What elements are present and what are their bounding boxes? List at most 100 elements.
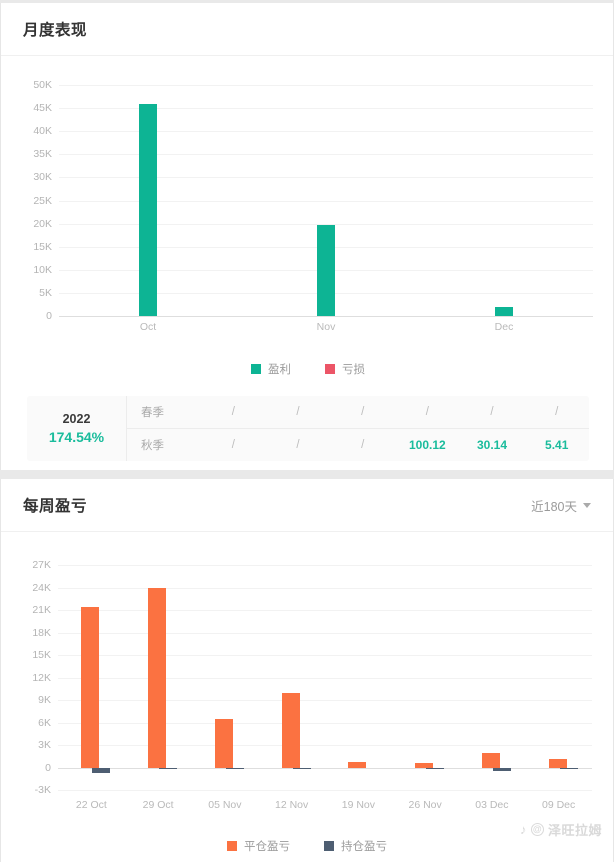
gridline: 9K bbox=[38, 694, 592, 706]
table-percent-value: 174.54% bbox=[48, 429, 105, 445]
date-range-label: 近180天 bbox=[531, 499, 577, 514]
y-axis-tick-label: 0 bbox=[45, 761, 51, 774]
bar-盈利-Dec bbox=[495, 306, 513, 316]
table-cell: 100.12 bbox=[409, 438, 446, 452]
y-axis-tick-label: 18K bbox=[32, 626, 51, 639]
bar-持仓盈亏-22 Oct bbox=[92, 767, 111, 773]
gridline: 12K bbox=[32, 672, 592, 684]
legend-label: 盈利 bbox=[268, 364, 291, 376]
table-row: 春季 / / / / / / bbox=[127, 396, 589, 428]
legend-item[interactable]: 持仓盈亏 bbox=[324, 838, 387, 854]
y-axis-tick-label: 27K bbox=[32, 559, 51, 571]
bar-平仓盈亏-12 Nov bbox=[281, 692, 300, 768]
x-axis-tick-label: Dec bbox=[494, 321, 514, 333]
table-cell: / bbox=[296, 439, 300, 451]
table-cell: / bbox=[555, 406, 559, 418]
y-axis-tick-label: 3K bbox=[38, 739, 51, 751]
bar-持仓盈亏-26 Nov bbox=[426, 767, 445, 769]
gridline: 50K bbox=[33, 79, 593, 91]
gridline: 6K bbox=[38, 717, 592, 729]
y-axis-tick-label: 50K bbox=[33, 79, 52, 91]
x-axis-tick-label: 03 Dec bbox=[475, 799, 509, 811]
monthly-performance-chart: 0 5K 10K 15K 20K 25K 30K 35K 40K 45K 50K bbox=[33, 79, 593, 322]
y-axis-tick-label: 12K bbox=[32, 671, 51, 684]
page-title: 月度表现 bbox=[23, 22, 88, 39]
gridline: 18K bbox=[32, 627, 592, 639]
x-axis-tick-label: 29 Oct bbox=[142, 799, 174, 811]
y-axis-tick-label: 20K bbox=[33, 217, 52, 230]
bar-平仓盈亏-29 Oct bbox=[148, 587, 167, 768]
y-axis-tick-label: 40K bbox=[33, 125, 52, 138]
seasonal-summary-table: 2022 174.54% 春季 / / / / / / 秋季 / / / 100.12 30.14 5.4… bbox=[27, 396, 589, 461]
monthly-performance-legend: 盈利 亏损 bbox=[1, 361, 614, 377]
monthly-performance-header: 月度表现 bbox=[1, 3, 613, 56]
table-body: 春季 / / / / / / 秋季 / / / 100.12 30.14 5.41 bbox=[127, 396, 589, 461]
table-cell: / bbox=[296, 406, 300, 418]
date-range-dropdown[interactable]: 近180天 bbox=[531, 496, 591, 515]
legend-item[interactable]: 盈利 bbox=[251, 361, 291, 377]
square-swatch-icon bbox=[227, 841, 237, 851]
gridline: 15K bbox=[32, 649, 592, 661]
y-axis-tick-label: 9K bbox=[38, 694, 51, 706]
gridline: 3K bbox=[38, 739, 592, 751]
bar-平仓盈亏-05 Nov bbox=[214, 718, 233, 768]
y-axis-tick-label: 10K bbox=[33, 263, 52, 276]
y-axis-tick-label: 45K bbox=[33, 102, 52, 115]
weekly-pnl-header: 每周盈亏 近180天 bbox=[1, 479, 613, 532]
gridline: -3K bbox=[35, 784, 592, 796]
legend-label: 持仓盈亏 bbox=[341, 841, 387, 853]
x-axis-tick-label: 12 Nov bbox=[274, 799, 309, 811]
table-row: 秋季 / / / 100.12 30.14 5.41 bbox=[127, 428, 589, 461]
bar-平仓盈亏-19 Nov bbox=[348, 762, 367, 768]
table-cell: / bbox=[425, 406, 429, 418]
gridline: 21K bbox=[32, 604, 592, 616]
x-axis-tick-label: 05 Nov bbox=[208, 799, 242, 811]
x-axis-tick-label: 19 Nov bbox=[341, 799, 376, 811]
table-cell: / bbox=[490, 406, 494, 418]
x-axis-tick-label: 26 Nov bbox=[408, 799, 442, 811]
bar-持仓盈亏-03 Dec bbox=[492, 767, 511, 771]
y-axis-tick-label: 35K bbox=[33, 148, 52, 161]
legend-label: 平仓盈亏 bbox=[244, 841, 290, 853]
y-axis-tick-label: 24K bbox=[32, 581, 51, 594]
table-year-cell: 2022 174.54% bbox=[27, 396, 127, 461]
bar-平仓盈亏-09 Dec bbox=[548, 758, 567, 768]
bar-持仓盈亏-09 Dec bbox=[559, 767, 578, 769]
bar-持仓盈亏-29 Oct bbox=[159, 767, 178, 769]
table-year-label: 2022 bbox=[62, 412, 91, 426]
square-swatch-icon bbox=[251, 364, 261, 374]
table-cell: / bbox=[361, 406, 365, 418]
bar-盈利-Nov bbox=[317, 225, 335, 316]
legend-item[interactable]: 平仓盈亏 bbox=[227, 838, 290, 854]
bar-持仓盈亏-05 Nov bbox=[225, 767, 244, 769]
x-axis-tick-label: Nov bbox=[316, 321, 336, 333]
monthly-performance-xaxis: Oct Nov Dec bbox=[1, 321, 614, 337]
y-axis-tick-label: 5K bbox=[39, 286, 52, 299]
chevron-down-icon bbox=[583, 502, 591, 508]
monthly-performance-card: 月度表现 0 5K 10K 15K 20K 25K 30K 35K 40K 45K 50K Oct N… bbox=[0, 3, 614, 470]
table-cell: 30.14 bbox=[477, 438, 508, 452]
bar-平仓盈亏-03 Dec bbox=[481, 753, 500, 768]
y-axis-tick-label: 21K bbox=[32, 604, 51, 616]
weekly-pnl-title: 每周盈亏 bbox=[23, 498, 88, 515]
weekly-pnl-xaxis: 22 Oct 29 Oct 05 Nov 12 Nov 19 Nov 26 Nov 03 D… bbox=[0, 799, 614, 815]
table-cell: / bbox=[361, 439, 365, 451]
gridline: 27K bbox=[32, 559, 592, 571]
weekly-pnl-chart: -3K 0 3K 6K 9K 12K 15K 18K 21K 24K 27K bbox=[32, 559, 592, 796]
legend-label: 亏损 bbox=[342, 364, 365, 376]
square-swatch-icon bbox=[325, 364, 335, 374]
table-row-label: 春季 bbox=[141, 407, 164, 419]
bar-持仓盈亏-12 Nov bbox=[292, 767, 311, 769]
bar-平仓盈亏-22 Oct bbox=[81, 607, 100, 768]
gridline: 24K bbox=[32, 582, 592, 594]
y-axis-tick-label: 30K bbox=[33, 171, 52, 184]
legend-item[interactable]: 亏损 bbox=[325, 361, 365, 377]
weekly-pnl-legend: 平仓盈亏 持仓盈亏 bbox=[0, 838, 614, 854]
x-axis-tick-label: 09 Dec bbox=[541, 799, 576, 811]
gridline: 0 bbox=[46, 310, 593, 322]
table-row-label: 秋季 bbox=[141, 440, 164, 452]
bar-盈利-Oct bbox=[139, 104, 157, 316]
table-cell: / bbox=[231, 439, 235, 451]
x-axis-tick-label: Oct bbox=[139, 321, 157, 333]
y-axis-tick-label: -3K bbox=[34, 784, 51, 796]
